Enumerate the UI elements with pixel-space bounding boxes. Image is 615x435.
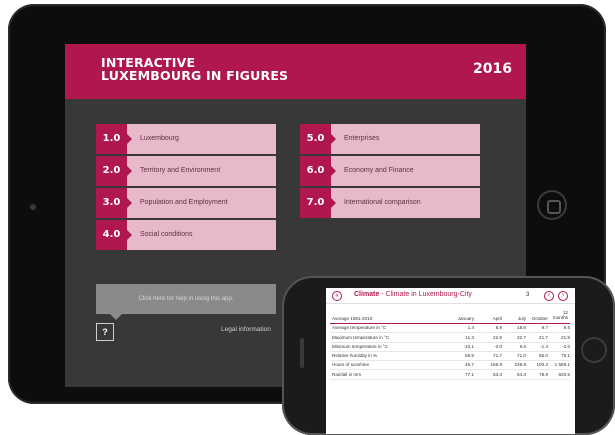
cell-value: 820.6	[558, 371, 571, 377]
table-header: Average 1981-2010 January April July Oct…	[330, 310, 570, 324]
menu-label: Luxembourg	[140, 135, 179, 142]
menu-item-population-employment[interactable]: 3.0 Population and Employment	[96, 188, 276, 218]
column-header: April	[492, 316, 502, 321]
phone-screen: « Climate - Climate in Luxembourg-City 3…	[326, 288, 575, 434]
menu-label: Territory and Environment	[140, 167, 221, 174]
menu-label: Enterprises	[344, 135, 380, 142]
app-title: INTERACTIVE LUXEMBOURG IN FIGURES	[101, 56, 321, 82]
cell-value: 71.7	[493, 353, 502, 359]
column-header: October	[531, 316, 548, 321]
menu-number: 4.0	[96, 220, 132, 250]
menu-number: 1.0	[96, 124, 132, 154]
col-12-line2: months	[552, 315, 568, 320]
app-year: 2016	[473, 61, 512, 77]
table-row: Average temperature in °C 1.4 8.9 18.6 9.7 9.…	[330, 324, 570, 334]
app-title-line2: LUXEMBOURG IN FIGURES	[101, 68, 289, 83]
menu-number: 7.0	[300, 188, 336, 218]
help-tooltip[interactable]: Click here for help in using this app.	[96, 284, 276, 320]
menu-label: Social conditions	[140, 231, 193, 238]
row-label: Minimum temperature in °C	[332, 343, 388, 349]
row-label: Average temperature in °C	[332, 325, 387, 331]
table-body: Average temperature in °C 1.4 8.9 18.6 9.7 9.…	[330, 324, 570, 380]
table-header-label: Average 1981-2010	[332, 316, 373, 321]
cell-value: 8.9	[495, 325, 502, 331]
previous-page-icon[interactable]: ‹	[544, 291, 554, 301]
menu-label: Economy and Finance	[344, 167, 414, 174]
cell-value: 79.1	[561, 353, 570, 359]
help-button[interactable]: ?	[96, 323, 114, 341]
back-icon[interactable]: «	[332, 291, 342, 301]
phone-header: « Climate - Climate in Luxembourg-City 3…	[326, 288, 575, 304]
phone-title-subtitle: - Climate in Luxembourg-City	[379, 291, 472, 298]
tablet-home-button[interactable]	[537, 190, 567, 220]
legal-information-link[interactable]: Legal information	[221, 326, 271, 333]
next-page-icon[interactable]: ›	[558, 291, 568, 301]
cell-value: 22.9	[493, 334, 502, 340]
row-label: Hours of sunshine	[332, 362, 370, 368]
help-text: Click here for help in using this app.	[138, 296, 234, 302]
menu-number: 2.0	[96, 156, 132, 186]
cell-value: 1 569.1	[554, 362, 570, 368]
row-label: Rainfall in mm	[332, 371, 362, 377]
menu-item-luxembourg[interactable]: 1.0 Luxembourg	[96, 124, 276, 154]
app-header: INTERACTIVE LUXEMBOURG IN FIGURES 2016	[65, 44, 526, 99]
cell-value: 53.3	[493, 371, 502, 377]
cell-value: 86.9	[465, 353, 474, 359]
cell-value: 77.1	[465, 371, 474, 377]
cell-value: -10.1	[463, 343, 474, 349]
phone-title-section: Climate	[354, 291, 380, 298]
row-label: Relative humidity in %	[332, 353, 378, 359]
phone-speaker	[300, 338, 304, 368]
menu-number: 6.0	[300, 156, 336, 186]
table-row: Rainfall in mm 77.1 53.3 64.3 78.9 820.6	[330, 370, 571, 380]
column-header: January	[457, 316, 474, 321]
climate-table: Average 1981-2010 January April July Oct…	[330, 310, 570, 380]
column-header-12-months: 12 months	[553, 310, 568, 320]
menu-label: Population and Employment	[140, 199, 228, 206]
cell-value: 21.9	[561, 334, 570, 340]
menu-number: 5.0	[300, 124, 336, 154]
menu-item-economy-finance[interactable]: 6.0 Economy and Finance	[300, 156, 480, 186]
table-row: Maximum temperature in °C 11.3 22.9 32.7 21.…	[330, 333, 570, 343]
table-row: Hours of sunshine 45.7 166.9 239.8 100.2 1 56…	[330, 361, 570, 371]
tablet-camera	[30, 204, 36, 210]
menu-label: International comparison	[344, 199, 421, 206]
phone-home-button[interactable]	[581, 337, 607, 363]
phone-title: Climate - Climate in Luxembourg-City	[354, 291, 472, 298]
cell-value: 11.3	[465, 334, 474, 340]
page-number: 3	[526, 292, 530, 298]
menu-item-territory-environment[interactable]: 2.0 Territory and Environment	[96, 156, 276, 186]
cell-value: 9.6	[563, 325, 570, 331]
table-row: Minimum temperature in °C -10.1 -3.0 6.6 -1.…	[330, 343, 570, 352]
cell-value: 1.4	[467, 325, 474, 331]
cell-value: 45.7	[465, 362, 474, 368]
cell-value: 166.9	[490, 362, 503, 368]
cell-value: -2.0	[562, 343, 570, 349]
cell-value: -3.0	[494, 343, 502, 349]
menu-item-enterprises[interactable]: 5.0 Enterprises	[300, 124, 480, 154]
row-label: Maximum temperature in °C	[332, 334, 390, 340]
menu-item-social-conditions[interactable]: 4.0 Social conditions	[96, 220, 276, 250]
menu-item-international-comparison[interactable]: 7.0 International comparison	[300, 188, 480, 218]
phone-device: « Climate - Climate in Luxembourg-City 3…	[282, 276, 615, 435]
menu-number: 3.0	[96, 188, 132, 218]
table-row: Relative humidity in % 86.9 71.7 71.0 85.0 79…	[330, 352, 570, 362]
